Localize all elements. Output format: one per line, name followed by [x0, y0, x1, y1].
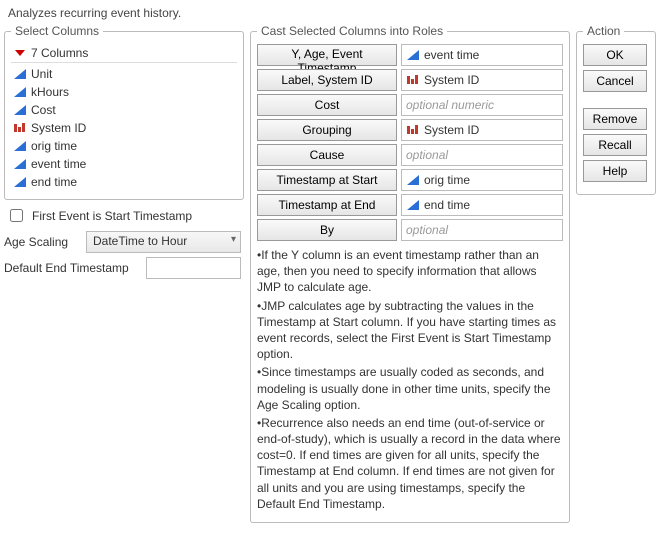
continuous-icon	[13, 176, 27, 188]
age-scaling-value: DateTime to Hour	[93, 234, 187, 248]
ok-button[interactable]: OK	[583, 44, 647, 66]
role-button[interactable]: Label, System ID	[257, 69, 397, 91]
cancel-button[interactable]: Cancel	[583, 70, 647, 92]
role-button[interactable]: By	[257, 219, 397, 241]
role-slot[interactable]: optional	[401, 144, 563, 166]
role-row: Timestamp at Start orig time	[257, 169, 563, 191]
role-button[interactable]: Timestamp at End	[257, 194, 397, 216]
role-slot[interactable]: optional	[401, 219, 563, 241]
action-legend: Action	[583, 24, 624, 38]
age-scaling-label: Age Scaling	[4, 235, 80, 249]
role-value: end time	[424, 198, 470, 212]
role-slot[interactable]: System ID	[401, 69, 563, 91]
role-value: System ID	[424, 123, 479, 137]
role-row: Causeoptional	[257, 144, 563, 166]
default-end-input[interactable]	[146, 257, 241, 279]
select-columns-legend: Select Columns	[11, 24, 103, 38]
continuous-icon	[13, 158, 27, 170]
first-event-label[interactable]: First Event is Start Timestamp	[32, 209, 192, 223]
cast-roles-legend: Cast Selected Columns into Roles	[257, 24, 447, 38]
role-slot[interactable]: event time	[401, 44, 563, 66]
info-paragraph: •Since timestamps are usually coded as s…	[257, 364, 563, 413]
column-label: Unit	[31, 66, 52, 82]
role-slot[interactable]: optional numeric	[401, 94, 563, 116]
role-row: Y, Age, Event Timestamp event time	[257, 44, 563, 66]
role-slot[interactable]: System ID	[401, 119, 563, 141]
continuous-icon	[13, 68, 27, 80]
role-button[interactable]: Y, Age, Event Timestamp	[257, 44, 397, 66]
remove-button[interactable]: Remove	[583, 108, 647, 130]
role-row: Timestamp at End end time	[257, 194, 563, 216]
nominal-icon	[13, 122, 27, 134]
column-label: orig time	[31, 138, 77, 154]
info-paragraph: •JMP calculates age by subtracting the v…	[257, 298, 563, 363]
columns-count: 7 Columns	[31, 46, 88, 60]
role-button[interactable]: Timestamp at Start	[257, 169, 397, 191]
continuous-icon	[406, 199, 420, 211]
role-button[interactable]: Cause	[257, 144, 397, 166]
column-item[interactable]: kHours	[11, 83, 237, 101]
role-slot[interactable]: end time	[401, 194, 563, 216]
continuous-icon	[406, 174, 420, 186]
column-item[interactable]: System ID	[11, 119, 237, 137]
role-button[interactable]: Grouping	[257, 119, 397, 141]
role-button[interactable]: Cost	[257, 94, 397, 116]
column-label: Cost	[31, 102, 56, 118]
cast-roles-group: Cast Selected Columns into Roles Y, Age,…	[250, 24, 570, 523]
role-slot[interactable]: orig time	[401, 169, 563, 191]
column-label: end time	[31, 174, 77, 190]
info-text: •If the Y column is an event timestamp r…	[257, 247, 563, 512]
column-label: kHours	[31, 84, 69, 100]
default-end-label: Default End Timestamp	[4, 261, 140, 275]
column-item[interactable]: orig time	[11, 137, 237, 155]
info-paragraph: •If the Y column is an event timestamp r…	[257, 247, 563, 296]
role-value: event time	[424, 48, 479, 62]
columns-list[interactable]: Unit kHours Cost System ID orig time event ti…	[11, 65, 237, 191]
first-event-checkbox[interactable]	[10, 209, 23, 222]
role-row: Costoptional numeric	[257, 94, 563, 116]
continuous-icon	[13, 104, 27, 116]
continuous-icon	[406, 49, 420, 61]
nominal-icon	[406, 74, 420, 86]
column-label: event time	[31, 156, 86, 172]
dialog-description: Analyzes recurring event history.	[8, 6, 668, 20]
continuous-icon	[13, 140, 27, 152]
info-paragraph: •Recurrence also needs an end time (out-…	[257, 415, 563, 512]
action-group: Action OK Cancel Remove Recall Help	[576, 24, 656, 195]
select-columns-group: Select Columns 7 Columns Unit kHours Cost S…	[4, 24, 244, 200]
column-item[interactable]: end time	[11, 173, 237, 191]
continuous-icon	[13, 86, 27, 98]
help-button[interactable]: Help	[583, 160, 647, 182]
role-row: Grouping System ID	[257, 119, 563, 141]
age-scaling-dropdown[interactable]: DateTime to Hour	[86, 231, 241, 253]
disclosure-icon[interactable]	[13, 47, 27, 59]
role-value: System ID	[424, 73, 479, 87]
column-item[interactable]: Unit	[11, 65, 237, 83]
column-item[interactable]: event time	[11, 155, 237, 173]
column-item[interactable]: Cost	[11, 101, 237, 119]
columns-header[interactable]: 7 Columns	[11, 44, 237, 63]
column-label: System ID	[31, 120, 86, 136]
nominal-icon	[406, 124, 420, 136]
role-row: Label, System ID System ID	[257, 69, 563, 91]
role-row: Byoptional	[257, 219, 563, 241]
role-value: orig time	[424, 173, 470, 187]
recall-button[interactable]: Recall	[583, 134, 647, 156]
